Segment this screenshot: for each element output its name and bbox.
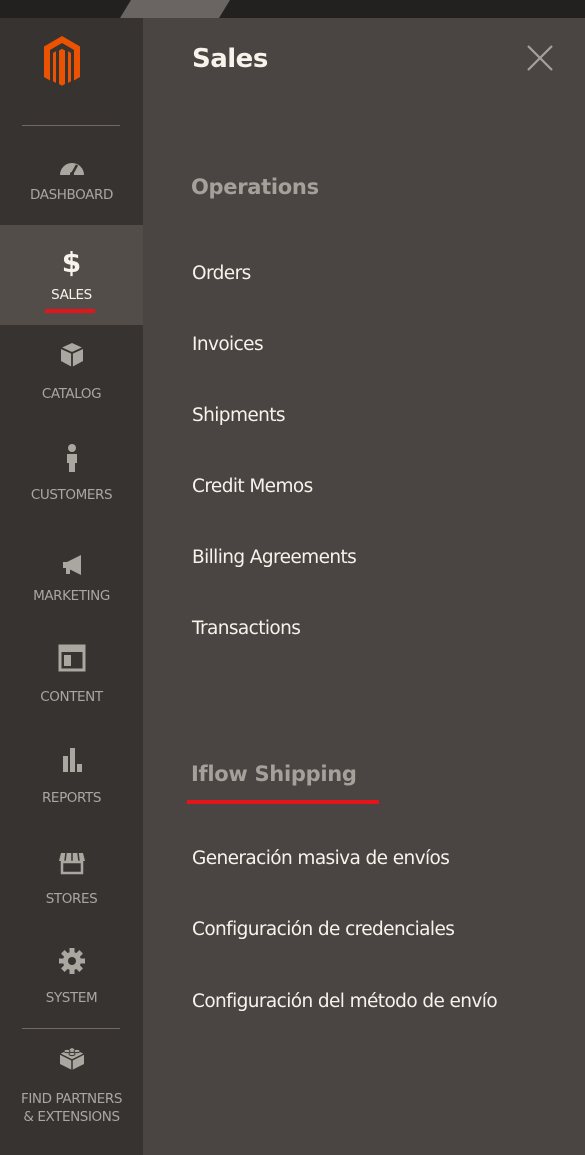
nav-item-find-partners[interactable]: FIND PARTNERS & EXTENSIONS bbox=[0, 1032, 143, 1142]
nav-item-marketing[interactable]: MARKETING bbox=[0, 528, 143, 628]
menu-link-generacion-masiva[interactable]: Generación masiva de envíos bbox=[192, 844, 532, 874]
menu-link-transactions[interactable]: Transactions bbox=[192, 614, 532, 644]
iflow-highlight-underline bbox=[187, 800, 379, 804]
nav-label-reports: REPORTS bbox=[41, 790, 102, 806]
admin-page: DASHBOARD $ SALES CATALOG CUSTOMERS MARK… bbox=[0, 0, 585, 1155]
nav-label-customers: CUSTOMERS bbox=[30, 487, 113, 503]
nav-item-customers[interactable]: CUSTOMERS bbox=[0, 427, 143, 527]
nav-label-dashboard: DASHBOARD bbox=[30, 187, 113, 203]
lego-brick-icon bbox=[59, 1048, 84, 1070]
menu-link-shipments[interactable]: Shipments bbox=[192, 401, 532, 431]
layout-icon bbox=[58, 644, 85, 672]
nav-item-system[interactable]: SYSTEM bbox=[0, 932, 143, 1022]
nav-label-stores: STORES bbox=[45, 891, 98, 907]
storefront-icon bbox=[58, 852, 85, 875]
nav-label-content: CONTENT bbox=[40, 689, 103, 705]
nav-bottom-divider bbox=[22, 1028, 120, 1029]
dollar-icon: $ bbox=[61, 245, 82, 279]
nav-label-sales: SALES bbox=[51, 287, 92, 303]
nav-item-catalog[interactable]: CATALOG bbox=[0, 326, 143, 426]
nav-item-sales[interactable]: $ SALES bbox=[0, 225, 143, 325]
bar-chart-icon bbox=[62, 748, 82, 772]
top-strip bbox=[0, 0, 585, 18]
sales-highlight-underline bbox=[45, 309, 95, 313]
nav-item-content[interactable]: CONTENT bbox=[0, 629, 143, 729]
nav-item-dashboard[interactable]: DASHBOARD bbox=[0, 130, 143, 224]
box-icon bbox=[60, 343, 83, 367]
menu-link-configuracion-metodo-envio[interactable]: Configuración del método de envío bbox=[192, 987, 512, 1017]
dashboard-gauge-icon bbox=[59, 163, 84, 176]
menu-link-billing-agreements[interactable]: Billing Agreements bbox=[192, 543, 532, 573]
megaphone-icon bbox=[62, 555, 81, 575]
nav-item-reports[interactable]: REPORTS bbox=[0, 730, 143, 830]
close-icon[interactable] bbox=[520, 38, 560, 78]
nav-label-extensions: & EXTENSIONS bbox=[23, 1109, 120, 1125]
section-title-iflow-shipping: Iflow Shipping bbox=[191, 762, 357, 786]
panel-title: Sales bbox=[192, 44, 268, 74]
nav-label-catalog: CATALOG bbox=[41, 386, 102, 402]
admin-sidebar: DASHBOARD $ SALES CATALOG CUSTOMERS MARK… bbox=[0, 18, 143, 1155]
gear-icon bbox=[58, 948, 85, 974]
menu-link-orders[interactable]: Orders bbox=[192, 259, 532, 289]
magento-logo-icon[interactable] bbox=[40, 32, 84, 96]
nav-label-find-partners: FIND PARTNERS bbox=[20, 1091, 123, 1107]
nav-label-system: SYSTEM bbox=[45, 990, 98, 1006]
section-title-operations: Operations bbox=[191, 175, 319, 199]
person-icon bbox=[66, 444, 77, 472]
top-strip-highlight bbox=[120, 0, 230, 18]
menu-link-credit-memos[interactable]: Credit Memos bbox=[192, 472, 532, 502]
nav-label-marketing: MARKETING bbox=[33, 588, 110, 604]
nav-top-divider bbox=[22, 125, 120, 126]
menu-link-invoices[interactable]: Invoices bbox=[192, 330, 532, 360]
nav-item-stores[interactable]: STORES bbox=[0, 831, 143, 931]
menu-link-configuracion-credenciales[interactable]: Configuración de credenciales bbox=[192, 915, 532, 945]
